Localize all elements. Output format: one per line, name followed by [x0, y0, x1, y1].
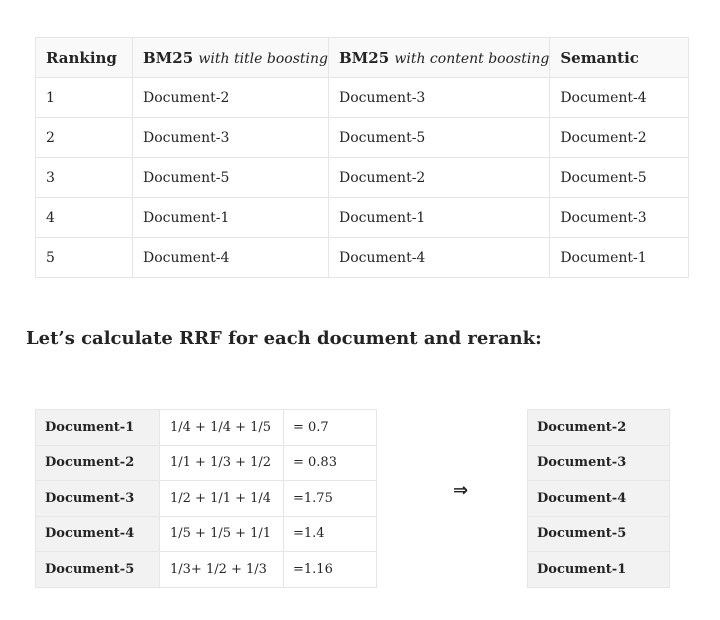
table-row: Document-2 1/1 + 1/3 + 1/2 = 0.83 — [35, 444, 377, 481]
header-bm25-title-prefix: BM25 — [143, 48, 194, 67]
table-row: Document-1 — [527, 551, 670, 588]
table-row: Document-2 — [527, 409, 670, 446]
table-row: Document-3 1/2 + 1/1 + 1/4 =1.75 — [35, 480, 377, 517]
rank-cell: 1 — [35, 77, 133, 118]
rrf-formula-cell: 1/2 + 1/1 + 1/4 — [159, 480, 284, 517]
bm25-content-cell: Document-5 — [327, 117, 551, 158]
semantic-cell: Document-1 — [549, 237, 690, 278]
reranked-table: Document-2 Document-3 Document-4 Documen… — [527, 409, 670, 588]
bm25-content-cell: Document-3 — [327, 77, 551, 118]
rrf-document-cell: Document-5 — [35, 551, 160, 588]
rrf-score-cell: = 0.83 — [283, 444, 377, 481]
rrf-score-cell: =1.16 — [283, 551, 377, 588]
bm25-content-cell: Document-1 — [327, 197, 551, 238]
rrf-document-cell: Document-3 — [35, 480, 160, 517]
table-row: 4 Document-1 Document-1 Document-3 — [35, 197, 690, 238]
header-bm25-content-prefix: BM25 — [338, 48, 390, 67]
rank-cell: 3 — [35, 157, 133, 198]
ranking-table: Ranking BM25 with title boosting BM25 wi… — [35, 37, 690, 278]
bm25-title-cell: Document-2 — [132, 77, 329, 118]
reranked-document-cell: Document-5 — [527, 515, 670, 552]
reranked-document-cell: Document-1 — [527, 551, 670, 588]
rrf-formula-cell: 1/3+ 1/2 + 1/3 — [159, 551, 284, 588]
implies-arrow-icon: ⇒ — [453, 480, 469, 501]
rank-cell: 2 — [35, 117, 133, 158]
bm25-title-cell: Document-4 — [132, 237, 329, 278]
rank-cell: 4 — [35, 197, 133, 238]
header-ranking: Ranking — [35, 37, 133, 78]
table-row: 5 Document-4 Document-4 Document-1 — [35, 237, 690, 278]
bm25-title-cell: Document-1 — [132, 197, 329, 238]
rrf-document-cell: Document-1 — [35, 409, 160, 446]
table-row: Document-3 — [527, 444, 670, 481]
semantic-cell: Document-3 — [549, 197, 690, 238]
bm25-title-cell: Document-3 — [132, 117, 329, 158]
rrf-formula-cell: 1/1 + 1/3 + 1/2 — [159, 444, 284, 481]
rrf-document-cell: Document-4 — [35, 515, 160, 552]
semantic-cell: Document-4 — [549, 77, 690, 118]
rrf-score-cell: =1.4 — [283, 515, 377, 552]
table-row: 2 Document-3 Document-5 Document-2 — [35, 117, 690, 158]
rrf-table: Document-1 1/4 + 1/4 + 1/5 = 0.7 Documen… — [35, 409, 377, 588]
header-bm25-content-suffix: with content boosting — [394, 50, 550, 67]
header-bm25-title: BM25 with title boosting — [132, 37, 329, 78]
ranking-header-row: Ranking BM25 with title boosting BM25 wi… — [35, 37, 690, 78]
table-row: Document-1 1/4 + 1/4 + 1/5 = 0.7 — [35, 409, 377, 446]
table-row: Document-5 — [527, 515, 670, 552]
table-row: 3 Document-5 Document-2 Document-5 — [35, 157, 690, 198]
rrf-formula-cell: 1/4 + 1/4 + 1/5 — [159, 409, 284, 446]
header-bm25-title-suffix: with title boosting — [198, 50, 328, 67]
rrf-formula-cell: 1/5 + 1/5 + 1/1 — [159, 515, 284, 552]
bm25-title-cell: Document-5 — [132, 157, 329, 198]
rank-cell: 5 — [35, 237, 133, 278]
table-row: Document-5 1/3+ 1/2 + 1/3 =1.16 — [35, 551, 377, 588]
semantic-cell: Document-2 — [549, 117, 690, 158]
header-bm25-content: BM25 with content boosting — [327, 37, 551, 78]
table-row: 1 Document-2 Document-3 Document-4 — [35, 77, 690, 118]
rrf-score-cell: = 0.7 — [283, 409, 377, 446]
rrf-heading: Let’s calculate RRF for each document an… — [26, 328, 542, 349]
semantic-cell: Document-5 — [549, 157, 690, 198]
rrf-document-cell: Document-2 — [35, 444, 160, 481]
header-semantic: Semantic — [549, 37, 690, 78]
reranked-document-cell: Document-2 — [527, 409, 670, 446]
table-row: Document-4 — [527, 480, 670, 517]
reranked-document-cell: Document-4 — [527, 480, 670, 517]
table-row: Document-4 1/5 + 1/5 + 1/1 =1.4 — [35, 515, 377, 552]
reranked-document-cell: Document-3 — [527, 444, 670, 481]
rrf-score-cell: =1.75 — [283, 480, 377, 517]
bm25-content-cell: Document-2 — [327, 157, 551, 198]
bm25-content-cell: Document-4 — [327, 237, 551, 278]
